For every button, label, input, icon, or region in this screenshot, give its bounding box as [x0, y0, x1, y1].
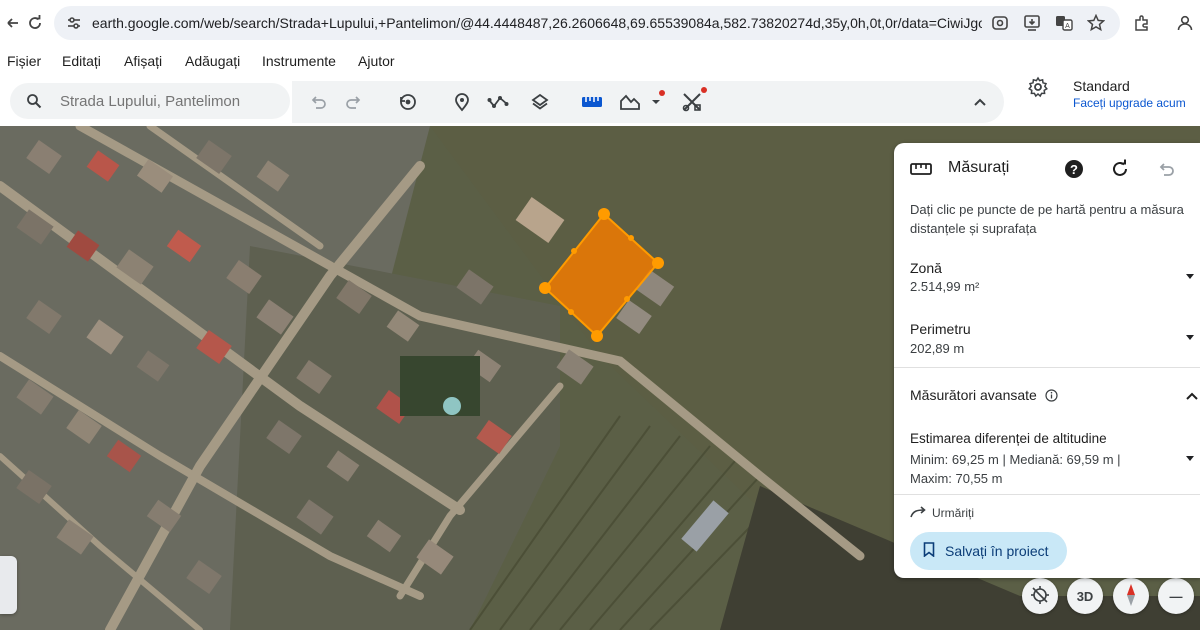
divider — [894, 367, 1200, 368]
perimeter-label: Perimetru — [910, 321, 971, 337]
elevation-unit-dropdown[interactable] — [1186, 456, 1194, 461]
compass-button[interactable] — [1113, 578, 1149, 614]
perimeter-value: 202,89 m — [910, 341, 965, 356]
divider — [894, 494, 1200, 495]
vertex-handle[interactable] — [652, 257, 664, 269]
menu-bar: Fișier Editați Afișați Adăugați Instrume… — [0, 46, 1200, 78]
vertex-handle[interactable] — [598, 208, 610, 220]
account-plan: Standard — [1073, 78, 1130, 94]
menu-view[interactable]: Afișați — [124, 53, 162, 69]
ruler-icon — [909, 157, 933, 181]
earth-toolbar: Standard Faceți upgrade acum — [0, 75, 1200, 126]
advanced-measurements-label: Măsurători avansate — [910, 387, 1037, 403]
vertex-handle[interactable] — [591, 330, 603, 342]
extensions-icon[interactable] — [1127, 8, 1157, 38]
vertex-handle[interactable] — [539, 282, 551, 294]
reload-icon[interactable] — [20, 8, 50, 38]
elevation-values: Minim: 69,25 m | Mediană: 69,59 m | Maxi… — [910, 452, 1121, 486]
bookmark-icon — [923, 542, 935, 560]
path-icon[interactable] — [486, 90, 510, 114]
browser-toolbar: earth.google.com/web/search/Strada+Lupul… — [0, 0, 1200, 46]
menu-help[interactable]: Ajutor — [358, 53, 395, 69]
collapse-toolbar-icon[interactable] — [968, 90, 992, 114]
follow-label: Urmăriți — [932, 506, 974, 520]
translate-icon[interactable]: A — [1052, 11, 1076, 35]
advanced-measurements-toggle[interactable]: Măsurători avansate — [910, 387, 1058, 405]
elevation-profile-icon[interactable] — [618, 90, 642, 114]
svg-text:A: A — [1065, 23, 1070, 30]
area-value: 2.514,99 m² — [910, 279, 980, 294]
notification-dot — [701, 87, 707, 93]
search-box[interactable] — [10, 83, 290, 119]
measure-instructions: Dați clic pe puncte de pe hartă pentru a… — [910, 202, 1184, 236]
midpoint-handle[interactable] — [571, 248, 577, 254]
settings-gear-icon[interactable] — [1026, 75, 1050, 99]
measure-panel: Măsurați ? Dați clic pe puncte de pe har… — [894, 143, 1200, 578]
area-unit-dropdown[interactable] — [1186, 274, 1194, 279]
garden — [400, 356, 480, 416]
measure-ruler-icon[interactable] — [580, 90, 604, 114]
profile-icon[interactable] — [1170, 8, 1200, 38]
svg-text:?: ? — [1070, 162, 1078, 177]
midpoint-handle[interactable] — [568, 309, 574, 315]
save-to-project-button[interactable]: Salvați în proiect — [910, 532, 1067, 570]
midpoint-handle[interactable] — [624, 296, 630, 302]
notification-dot — [659, 90, 665, 96]
help-icon[interactable]: ? — [1062, 157, 1086, 181]
info-icon[interactable] — [1045, 389, 1058, 405]
search-input[interactable] — [60, 91, 280, 111]
reset-measure-icon[interactable] — [1108, 157, 1132, 181]
historical-imagery-icon[interactable] — [396, 90, 420, 114]
install-app-icon[interactable] — [1020, 11, 1044, 35]
search-icon — [22, 89, 46, 113]
menu-add[interactable]: Adăugați — [185, 53, 240, 69]
minimap-toggle[interactable] — [0, 556, 17, 614]
chevron-up-icon[interactable] — [1180, 384, 1200, 408]
save-to-project-label: Salvați în proiect — [945, 543, 1049, 559]
compass-needle-icon — [1124, 583, 1138, 610]
redo-icon[interactable] — [342, 90, 366, 114]
area-label: Zonă — [910, 260, 942, 276]
toggle-3d-button[interactable]: 3D — [1067, 578, 1103, 614]
url-text[interactable]: earth.google.com/web/search/Strada+Lupul… — [92, 15, 982, 31]
compass-reset-icon — [1030, 585, 1050, 608]
undo-measure-icon[interactable] — [1154, 157, 1178, 181]
address-bar[interactable]: earth.google.com/web/search/Strada+Lupul… — [54, 6, 1120, 40]
pool — [443, 397, 461, 415]
zoom-out-button[interactable]: — — [1158, 578, 1194, 614]
bookmark-star-icon[interactable] — [1084, 11, 1108, 35]
elevation-estimate-label: Estimarea diferenței de altitudine — [910, 431, 1107, 446]
placemark-icon[interactable] — [450, 90, 474, 114]
account-area: Standard Faceți upgrade acum — [1026, 75, 1200, 126]
undo-icon[interactable] — [306, 90, 330, 114]
upgrade-link[interactable]: Faceți upgrade acum — [1073, 96, 1186, 110]
tools-bar — [292, 81, 1004, 123]
midpoint-handle[interactable] — [628, 235, 634, 241]
feature-tools-icon[interactable] — [680, 90, 704, 114]
reset-view-button[interactable] — [1022, 578, 1058, 614]
follow-arrow-icon — [910, 505, 928, 521]
panel-title: Măsurați — [948, 159, 1010, 176]
perimeter-unit-dropdown[interactable] — [1186, 335, 1194, 340]
lens-icon[interactable] — [988, 11, 1012, 35]
menu-edit[interactable]: Editați — [62, 53, 101, 69]
menu-file[interactable]: Fișier — [7, 53, 41, 69]
follow-button[interactable]: Urmăriți — [910, 504, 974, 522]
site-settings-icon[interactable] — [62, 11, 86, 35]
layers-icon[interactable] — [528, 90, 552, 114]
menu-tools[interactable]: Instrumente — [262, 53, 336, 69]
